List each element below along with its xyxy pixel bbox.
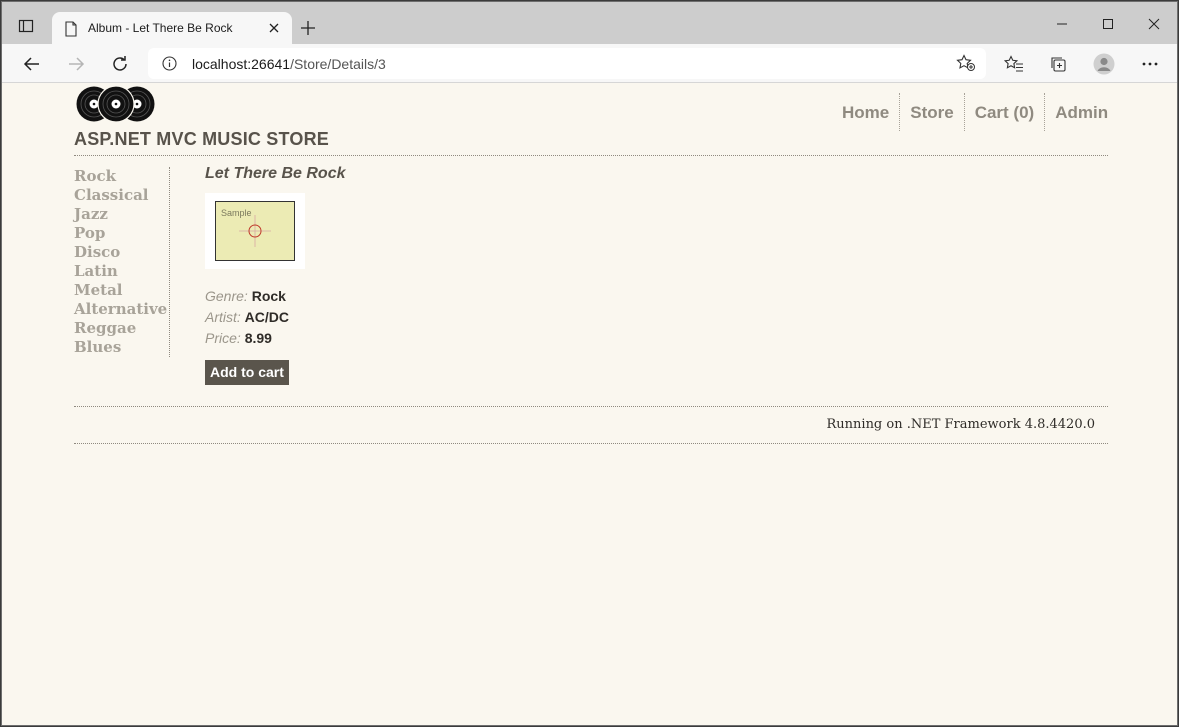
back-icon[interactable] [20, 52, 44, 76]
album-art-frame: Sample [205, 193, 305, 269]
genre-link-reggae[interactable]: Reggae [74, 319, 169, 338]
artist-value: AC/DC [244, 309, 290, 325]
collections-icon[interactable] [1046, 52, 1070, 76]
album-details: Genre: Rock Artist: AC/DC Price: 8.99 [205, 286, 289, 349]
url-text[interactable]: localhost:26641/Store/Details/3 [192, 56, 386, 72]
more-options-icon[interactable] [1138, 52, 1162, 76]
page-content: ASP.NET MVC MUSIC STORE Home Store Cart … [2, 83, 1177, 725]
genre-link-latin[interactable]: Latin [74, 262, 169, 281]
genre-link-classical[interactable]: Classical [74, 186, 169, 205]
genre-label: Genre: [205, 288, 248, 304]
site-info-icon[interactable] [162, 56, 177, 76]
price-label: Price: [205, 330, 241, 346]
footer-bottom-divider [74, 443, 1108, 444]
header-divider [74, 155, 1108, 156]
footer-top-divider [74, 406, 1108, 407]
tab-active[interactable]: Album - Let There Be Rock [52, 12, 292, 45]
tab-title: Album - Let There Be Rock [88, 21, 233, 35]
main-nav: Home Store Cart (0) Admin [832, 93, 1118, 131]
nav-home[interactable]: Home [832, 93, 901, 131]
address-bar[interactable]: localhost:26641/Store/Details/3 [148, 48, 986, 79]
minimize-icon[interactable] [1042, 12, 1082, 36]
genre-link-alternative[interactable]: Alternative [74, 300, 169, 319]
tab-close-icon[interactable] [266, 20, 282, 36]
price-value: 8.99 [244, 330, 272, 346]
footer-framework-text: Running on .NET Framework 4.8.4420.0 [826, 417, 1096, 432]
refresh-icon[interactable] [108, 52, 132, 76]
genre-link-pop[interactable]: Pop [74, 224, 169, 243]
genre-row: Genre: Rock [205, 286, 289, 307]
new-tab-icon[interactable] [298, 18, 318, 38]
nav-cart[interactable]: Cart (0) [965, 93, 1046, 131]
album-title: Let There Be Rock [205, 165, 346, 182]
browser-window: Album - Let There Be Rock localhost:2664… [1, 1, 1178, 726]
add-to-cart-button[interactable]: Add to cart [205, 360, 289, 385]
genre-value: Rock [251, 288, 286, 304]
nav-admin[interactable]: Admin [1045, 93, 1118, 131]
browser-toolbar: localhost:26641/Store/Details/3 [2, 44, 1177, 83]
genre-menu: Rock Classical Jazz Pop Disco Latin Meta… [74, 167, 170, 357]
maximize-icon[interactable] [1088, 12, 1128, 36]
artist-label: Artist: [205, 309, 241, 325]
genre-link-blues[interactable]: Blues [74, 338, 169, 357]
genre-link-metal[interactable]: Metal [74, 281, 169, 300]
nav-store[interactable]: Store [900, 93, 965, 131]
page-icon [64, 21, 78, 42]
tab-strip: Album - Let There Be Rock [2, 2, 1177, 45]
genre-link-rock[interactable]: Rock [74, 167, 169, 186]
url-host: localhost:26641 [192, 56, 291, 72]
genre-link-disco[interactable]: Disco [74, 243, 169, 262]
url-path: /Store/Details/3 [290, 56, 386, 72]
price-row: Price: 8.99 [205, 328, 289, 349]
music-store-logo[interactable] [75, 85, 157, 128]
site-title: ASP.NET MVC MUSIC STORE [74, 129, 329, 149]
favorites-icon[interactable] [1002, 52, 1026, 76]
close-window-icon[interactable] [1134, 12, 1174, 36]
forward-icon[interactable] [64, 52, 88, 76]
genre-link-jazz[interactable]: Jazz [74, 205, 169, 224]
artist-row: Artist: AC/DC [205, 307, 289, 328]
tab-actions-icon[interactable] [14, 14, 38, 38]
add-favorite-icon[interactable] [956, 54, 976, 77]
album-art-image: Sample [215, 201, 295, 261]
profile-avatar-icon[interactable] [1092, 52, 1116, 76]
